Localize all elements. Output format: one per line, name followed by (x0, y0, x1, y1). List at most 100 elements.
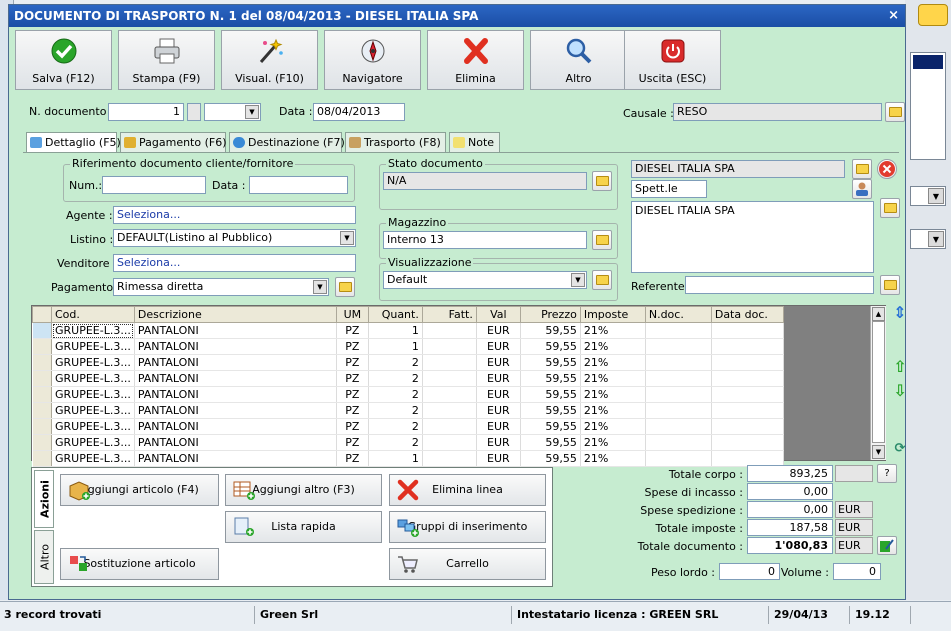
table-cell[interactable] (422, 322, 477, 339)
table-cell[interactable]: PZ (336, 386, 369, 403)
table-cell[interactable]: GRUPEE-L.3... (51, 450, 135, 467)
table-row[interactable]: GRUPEE-L.3... PANTALONI PZ 2 EUR 59,55 21% (32, 386, 784, 403)
referente-folder-button[interactable] (880, 275, 900, 295)
table-cell[interactable] (645, 418, 712, 435)
table-cell[interactable] (645, 434, 712, 451)
table-cell[interactable] (711, 386, 784, 403)
table-cell[interactable]: GRUPEE-L.3... (51, 354, 135, 371)
table-row[interactable]: GRUPEE-L.3... PANTALONI PZ 1 EUR 59,55 21% (32, 450, 784, 467)
customer-clear-button[interactable] (877, 159, 897, 179)
table-cell[interactable]: 21% (580, 370, 646, 387)
table-cell[interactable] (711, 402, 784, 419)
visualizzazione-folder-button[interactable] (592, 270, 612, 290)
doc-number-field[interactable]: 1 (108, 103, 184, 121)
spese-incasso-field[interactable]: 0,00 (747, 483, 833, 500)
table-cell[interactable]: PZ (336, 450, 369, 467)
table-cell[interactable] (422, 418, 477, 435)
table-cell[interactable]: 21% (580, 418, 646, 435)
tab-azioni[interactable]: Azioni (34, 470, 54, 528)
table-cell[interactable] (422, 402, 477, 419)
table-cell[interactable] (711, 434, 784, 451)
table-cell[interactable]: PANTALONI (134, 402, 337, 419)
customer-contact-button[interactable] (852, 179, 872, 199)
table-cell[interactable]: GRUPEE-L.3... (51, 322, 135, 339)
tab-dettaglio[interactable]: Dettaglio (F5) (26, 132, 121, 153)
table-cell[interactable] (422, 386, 477, 403)
chevron-down-icon[interactable]: ▼ (571, 273, 585, 287)
table-cell[interactable]: EUR (476, 450, 521, 467)
table-cell[interactable]: 21% (580, 322, 646, 339)
table-cell[interactable]: PZ (336, 434, 369, 451)
close-icon[interactable]: × (888, 5, 899, 27)
table-cell[interactable]: GRUPEE-L.3... (51, 402, 135, 419)
doc-series-dropdown[interactable]: ▼ (204, 103, 261, 121)
row-indicator[interactable] (32, 338, 52, 355)
date-field[interactable]: 08/04/2013 (313, 103, 405, 121)
table-cell[interactable] (711, 370, 784, 387)
table-row[interactable]: GRUPEE-L.3... PANTALONI PZ 2 EUR 59,55 21% (32, 402, 784, 419)
table-cell[interactable] (645, 402, 712, 419)
table-cell[interactable]: 1 (368, 338, 423, 355)
table-cell[interactable]: 2 (368, 418, 423, 435)
customer-folder-button[interactable] (852, 159, 872, 179)
table-cell[interactable] (645, 354, 712, 371)
table-cell[interactable]: 2 (368, 370, 423, 387)
table-row[interactable]: GRUPEE-L.3... PANTALONI PZ 2 EUR 59,55 21% (32, 418, 784, 435)
table-cell[interactable] (711, 418, 784, 435)
listino-dropdown[interactable]: DEFAULT(Listino al Pubblico) ▼ (113, 229, 356, 247)
magazzino-folder-button[interactable] (592, 230, 612, 250)
help-button[interactable]: ? (877, 464, 897, 483)
column-header[interactable]: Val (475, 306, 521, 323)
table-cell[interactable] (645, 322, 712, 339)
table-cell[interactable]: EUR (476, 322, 521, 339)
customer-address-field[interactable]: DIESEL ITALIA SPA (631, 201, 874, 273)
navigator-button[interactable]: Navigatore (324, 30, 421, 90)
table-cell[interactable] (422, 354, 477, 371)
table-cell[interactable]: 1 (368, 450, 423, 467)
table-cell[interactable]: PZ (336, 354, 369, 371)
column-header[interactable]: Data doc. (710, 306, 784, 323)
table-row[interactable]: GRUPEE-L.3... PANTALONI PZ 1 EUR 59,55 21% (32, 322, 784, 339)
column-header[interactable]: N.doc. (644, 306, 712, 323)
calculator-button[interactable] (877, 536, 897, 555)
table-cell[interactable]: 1 (368, 322, 423, 339)
table-cell[interactable]: EUR (476, 402, 521, 419)
move-up-icon[interactable]: ⇧ (891, 357, 909, 377)
refresh-icon[interactable]: ⟳ (891, 439, 909, 459)
replace-article-button[interactable]: Sostituzione articolo (60, 548, 219, 580)
tab-destinazione[interactable]: Destinazione (F7) (229, 132, 345, 152)
table-row[interactable]: GRUPEE-L.3... PANTALONI PZ 2 EUR 59,55 21% (32, 434, 784, 451)
table-cell[interactable]: 2 (368, 386, 423, 403)
table-cell[interactable]: PANTALONI (134, 370, 337, 387)
scroll-down-icon[interactable]: ▼ (872, 445, 885, 459)
quick-list-button[interactable]: Lista rapida (225, 511, 382, 543)
table-cell[interactable]: 21% (580, 338, 646, 355)
table-cell[interactable]: PANTALONI (134, 338, 337, 355)
users-icon[interactable] (918, 4, 948, 26)
table-cell[interactable]: PZ (336, 418, 369, 435)
address-folder-button[interactable] (880, 198, 900, 218)
row-indicator[interactable] (32, 402, 52, 419)
delete-button[interactable]: Elimina (427, 30, 524, 90)
table-cell[interactable]: PANTALONI (134, 354, 337, 371)
table-cell[interactable]: PZ (336, 338, 369, 355)
sort-arrows-icon[interactable]: ⇕ (891, 303, 909, 323)
causale-field[interactable]: RESO (673, 103, 882, 121)
table-cell[interactable]: 59,55 (520, 386, 581, 403)
table-cell[interactable]: 59,55 (520, 418, 581, 435)
table-cell[interactable]: PANTALONI (134, 418, 337, 435)
preview-button[interactable]: Visual. (F10) (221, 30, 318, 90)
row-indicator[interactable] (32, 386, 52, 403)
column-header[interactable]: Cod. (51, 306, 135, 323)
referente-field[interactable] (685, 276, 874, 294)
stato-folder-button[interactable] (592, 171, 612, 191)
table-cell[interactable]: 21% (580, 434, 646, 451)
table-cell[interactable]: 21% (580, 402, 646, 419)
cart-button[interactable]: Carrello (389, 548, 546, 580)
table-cell[interactable]: PZ (336, 322, 369, 339)
table-cell[interactable]: EUR (476, 434, 521, 451)
row-indicator[interactable] (32, 354, 52, 371)
table-cell[interactable]: GRUPEE-L.3... (51, 370, 135, 387)
print-button[interactable]: Stampa (F9) (118, 30, 215, 90)
scroll-thumb[interactable] (872, 321, 885, 443)
